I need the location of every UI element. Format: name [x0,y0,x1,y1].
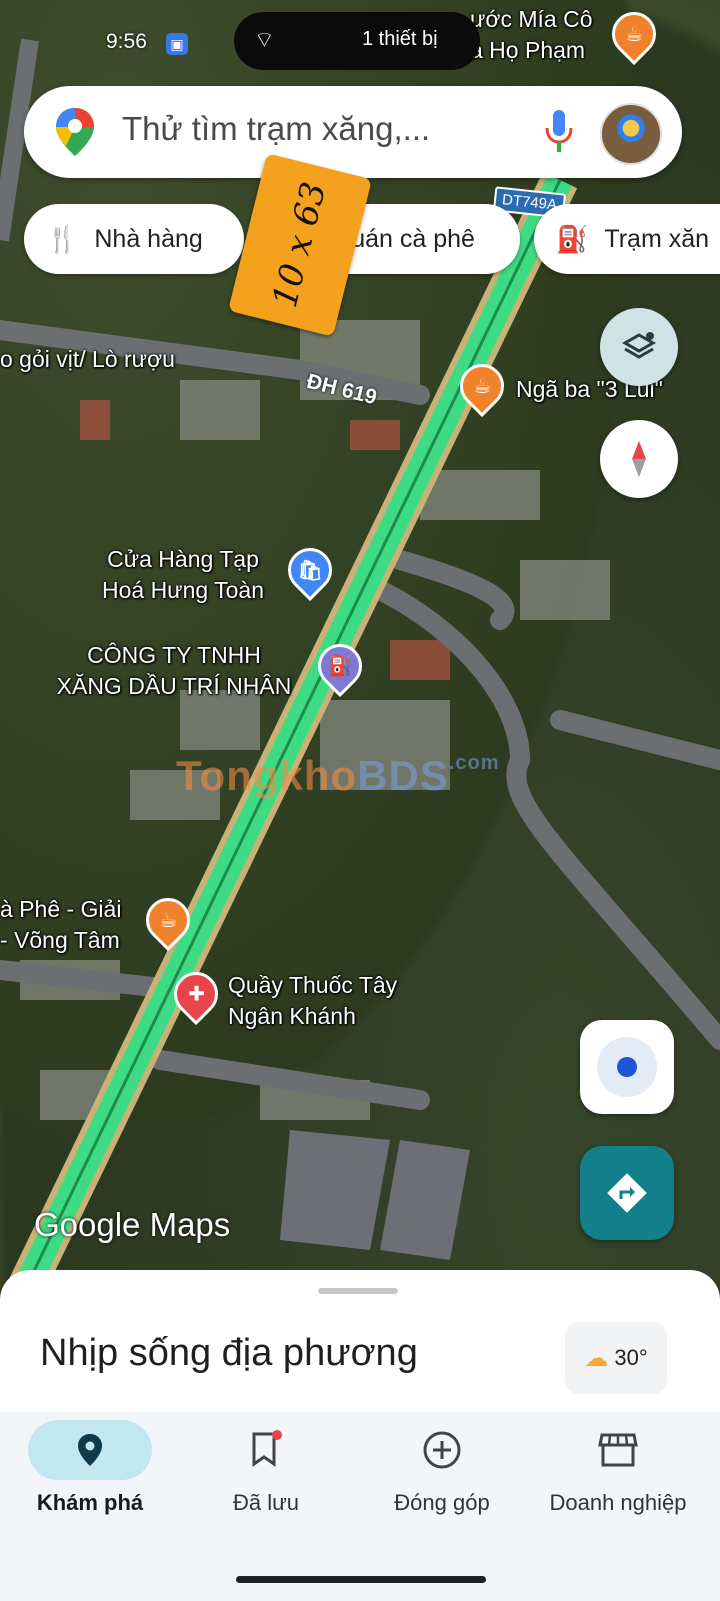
layers-button[interactable] [600,308,678,386]
nav-contribute[interactable]: Đóng góp [352,1412,532,1542]
sheet-title: Nhịp sống địa phương [40,1332,418,1374]
partly-sunny-icon: ☁ [584,1344,609,1372]
gas-pump-icon: ⛽ [556,223,589,254]
nav-saved[interactable]: Đã lưu [176,1412,356,1542]
dynamic-island[interactable]: ⌔ 1 thiết bị [234,12,480,70]
nav-business[interactable]: Doanh nghiệp [528,1412,708,1542]
place-label[interactable]: Cửa Hàng Tạp Hoá Hưng Toàn [86,544,280,606]
layers-icon [621,332,657,359]
hotspot-icon: ⌔ [254,27,275,52]
watermark: TongkhoBDS.com [176,752,500,799]
status-time: 9:56 [106,30,147,53]
app-notification-icon: ▣ [166,33,188,55]
location-dot-icon [597,1037,657,1097]
google-maps-pin-icon [56,108,94,156]
home-indicator[interactable] [236,1576,486,1583]
bottom-nav: Khám phá Đã lưu Đóng góp Doanh nghiệp [0,1412,720,1601]
search-input[interactable]: Thử tìm trạm xăng,... [122,110,430,148]
place-label[interactable]: CÔNG TY TNHH XĂNG DẦU TRÍ NHÂN [40,640,308,702]
compass-icon [632,441,646,477]
search-bar[interactable]: Thử tìm trạm xăng,... [24,86,682,178]
storefront-icon [598,1433,638,1467]
bottom-sheet[interactable]: Nhịp sống địa phương ☁ 30° [0,1270,720,1420]
bookmark-icon [252,1430,282,1467]
chip-restaurants[interactable]: 🍴 Nhà hàng [24,204,244,274]
my-location-button[interactable] [580,1020,674,1114]
place-label[interactable]: ước Mía Cô a Họ Phạm [470,4,593,66]
directions-icon [607,1173,647,1213]
place-label[interactable]: à Phê - Giải - Võng Tâm [0,894,121,956]
directions-button[interactable] [580,1146,674,1240]
fork-knife-icon: 🍴 [46,223,79,254]
sheet-grab-handle[interactable] [318,1288,398,1294]
explore-pin-icon [78,1434,102,1466]
weather-chip[interactable]: ☁ 30° [565,1322,667,1394]
compass-button[interactable] [600,420,678,498]
place-label[interactable]: o gỏi vịt/ Lò rượu [0,344,175,375]
google-maps-logo: Google Maps [34,1206,231,1243]
microphone-icon[interactable] [544,108,574,156]
place-label[interactable]: Quầy Thuốc Tây Ngân Khánh [228,970,397,1032]
add-circle-icon [423,1431,461,1469]
avatar[interactable] [600,103,662,165]
nav-explore[interactable]: Khám phá [0,1412,180,1542]
chip-gas-station[interactable]: ⛽ Trạm xăn [534,204,720,274]
